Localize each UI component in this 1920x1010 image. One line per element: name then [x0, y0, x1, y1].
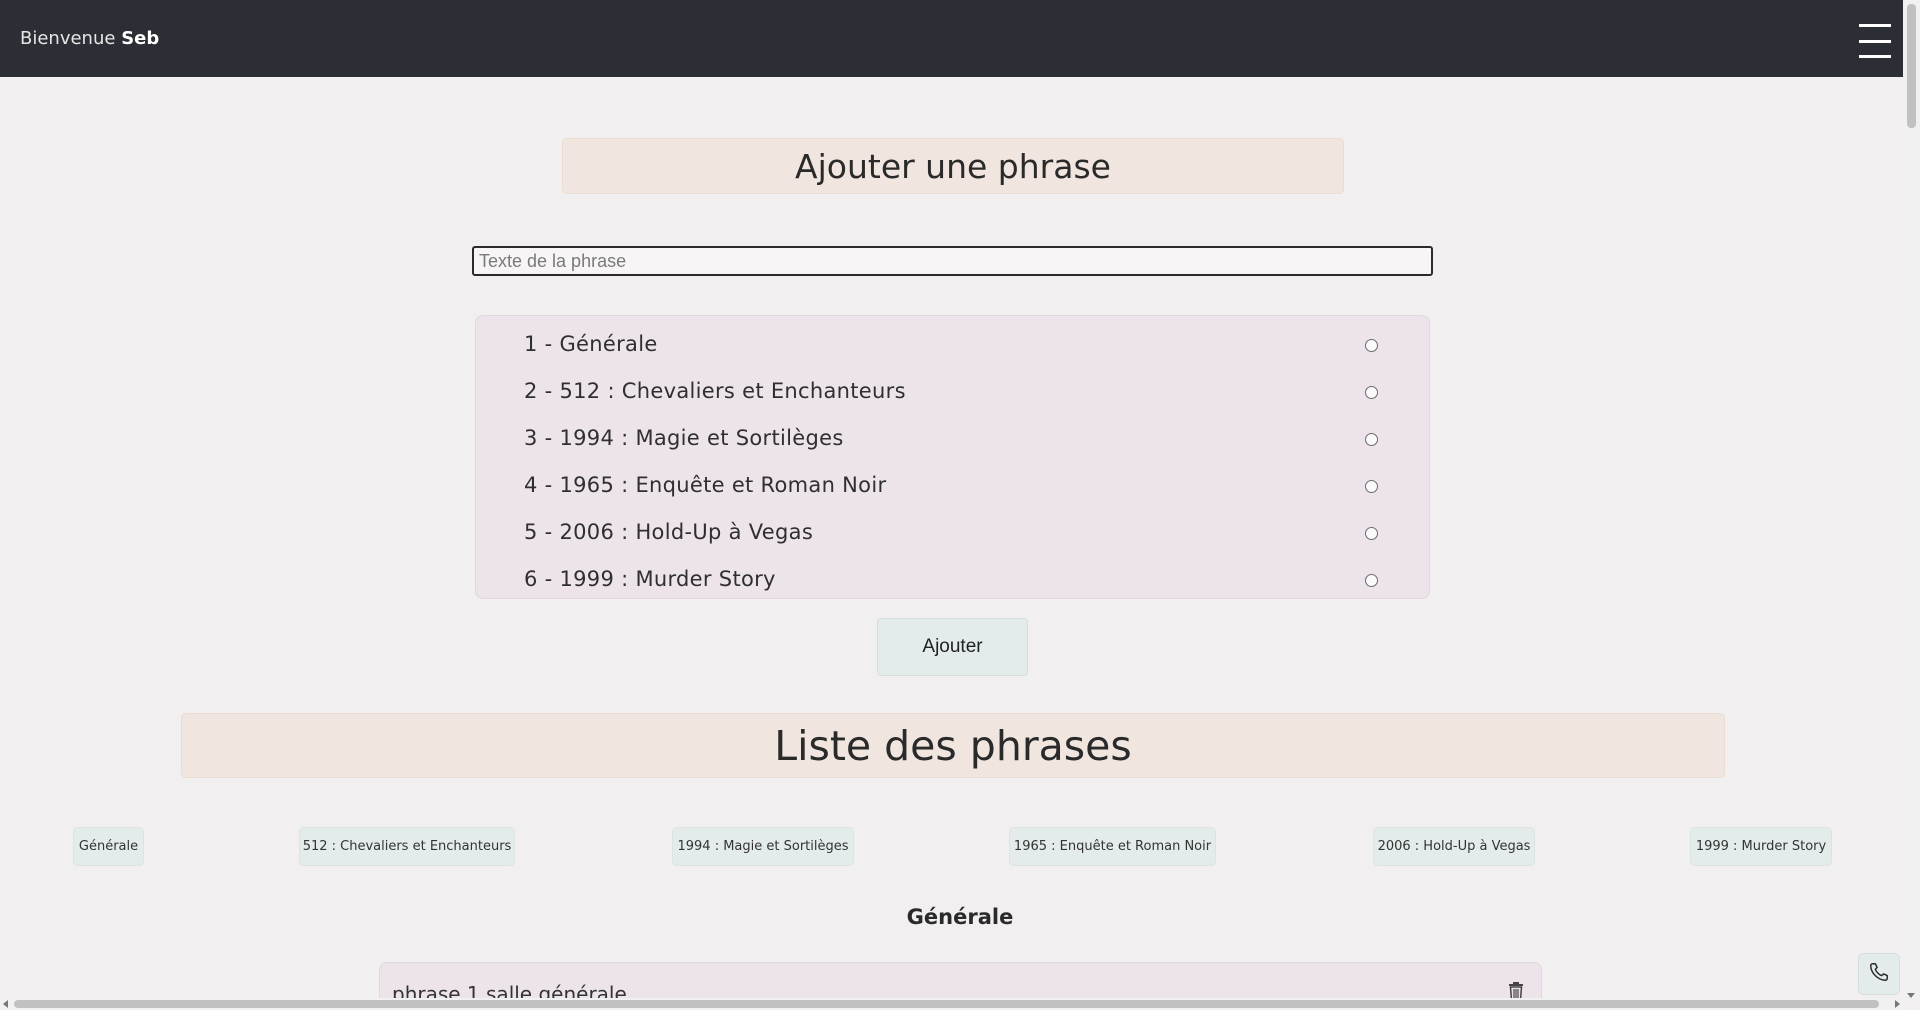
top-navbar: Bienvenue Seb: [0, 0, 1903, 77]
room-option-6[interactable]: 6 - 1999 : Murder Story: [476, 559, 1429, 599]
add-phrase-title: Ajouter une phrase: [562, 138, 1344, 194]
room-option-4[interactable]: 4 - 1965 : Enquête et Roman Noir: [476, 465, 1429, 505]
room-option-label: 5 - 2006 : Hold-Up à Vegas: [524, 520, 814, 544]
hamburger-line: [1859, 24, 1891, 27]
scroll-left-arrow-icon[interactable]: [3, 1000, 8, 1008]
vertical-scrollbar[interactable]: [1903, 0, 1920, 1000]
vertical-scrollbar-thumb[interactable]: [1907, 4, 1916, 128]
room-radio[interactable]: [1365, 386, 1378, 399]
phrase-list-title: Liste des phrases: [181, 713, 1725, 778]
hamburger-line: [1859, 39, 1891, 43]
filter-chip-murder[interactable]: 1999 : Murder Story: [1690, 827, 1832, 866]
room-option-1[interactable]: 1 - Générale: [476, 324, 1429, 364]
filter-chip-enquete[interactable]: 1965 : Enquête et Roman Noir: [1009, 827, 1216, 866]
hamburger-menu-icon[interactable]: [1859, 24, 1891, 58]
group-heading: Générale: [906, 905, 1014, 929]
phone-icon: [1868, 961, 1890, 987]
room-option-label: 3 - 1994 : Magie et Sortilèges: [524, 426, 844, 450]
filter-chip-magie[interactable]: 1994 : Magie et Sortilèges: [672, 827, 854, 866]
hamburger-line: [1859, 55, 1891, 58]
room-radio[interactable]: [1365, 527, 1378, 540]
room-radio[interactable]: [1365, 339, 1378, 352]
scroll-down-arrow-icon[interactable]: [1907, 993, 1915, 998]
room-radio[interactable]: [1365, 574, 1378, 587]
room-radio[interactable]: [1365, 433, 1378, 446]
page: Bienvenue Seb Ajouter une phrase 1 - Gén…: [0, 0, 1920, 1010]
room-option-5[interactable]: 5 - 2006 : Hold-Up à Vegas: [476, 512, 1429, 552]
filter-chip-generale[interactable]: Générale: [73, 827, 144, 866]
room-option-label: 4 - 1965 : Enquête et Roman Noir: [524, 473, 887, 497]
horizontal-scrollbar-thumb[interactable]: [14, 1000, 1879, 1008]
filter-chip-chevaliers[interactable]: 512 : Chevaliers et Enchanteurs: [299, 827, 515, 866]
room-option-label: 1 - Générale: [524, 332, 658, 356]
welcome-message: Bienvenue Seb: [20, 28, 159, 49]
room-option-2[interactable]: 2 - 512 : Chevaliers et Enchanteurs: [476, 371, 1429, 411]
phrase-text-input[interactable]: [472, 246, 1433, 276]
phone-button[interactable]: [1858, 953, 1900, 995]
username: Seb: [121, 28, 160, 49]
scroll-right-arrow-icon[interactable]: [1895, 1000, 1900, 1008]
room-option-label: 6 - 1999 : Murder Story: [524, 567, 776, 591]
welcome-prefix: Bienvenue: [20, 28, 116, 49]
room-selector: 1 - Générale 2 - 512 : Chevaliers et Enc…: [475, 315, 1430, 599]
room-option-3[interactable]: 3 - 1994 : Magie et Sortilèges: [476, 418, 1429, 458]
add-phrase-button[interactable]: Ajouter: [877, 618, 1028, 676]
room-option-label: 2 - 512 : Chevaliers et Enchanteurs: [524, 379, 906, 403]
room-radio[interactable]: [1365, 480, 1378, 493]
horizontal-scrollbar[interactable]: [0, 998, 1903, 1010]
filter-chip-holdup[interactable]: 2006 : Hold-Up à Vegas: [1373, 827, 1535, 866]
